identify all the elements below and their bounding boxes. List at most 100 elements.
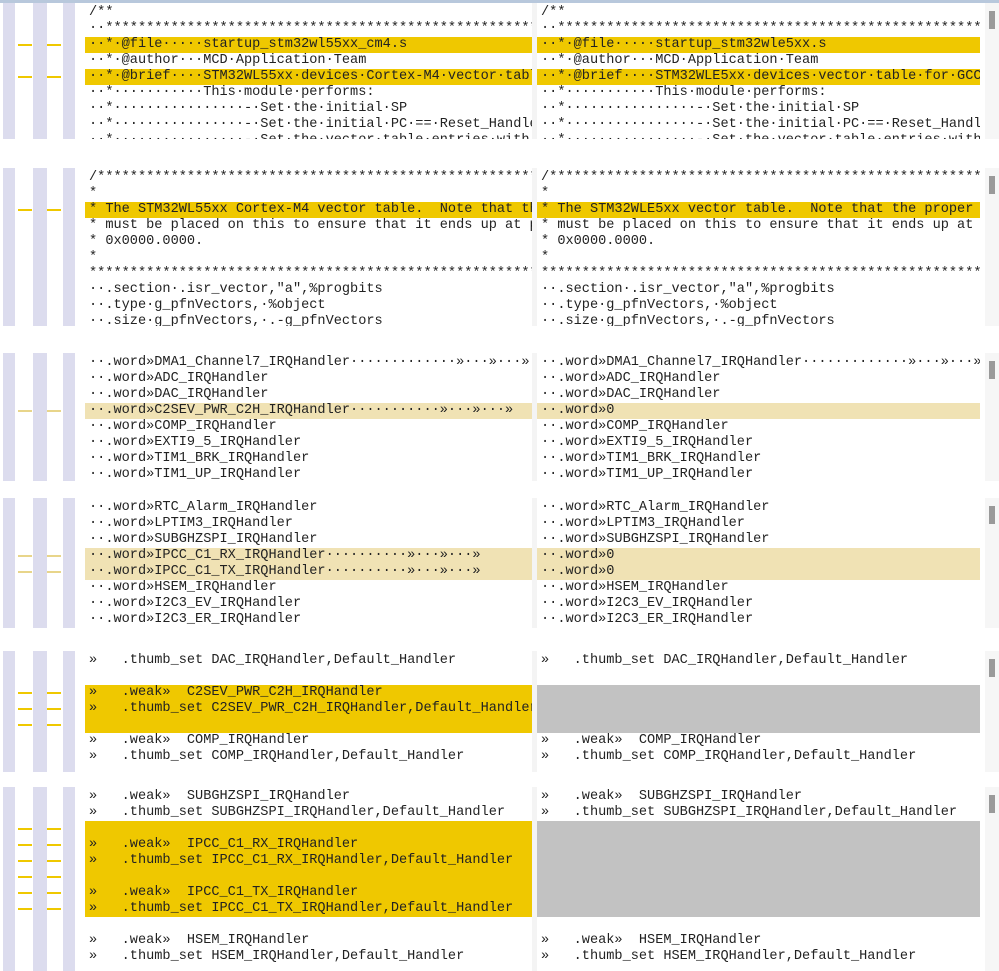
vertical-scrollbar[interactable] xyxy=(985,353,999,481)
code-line: » .weak» HSEM_IRQHandler xyxy=(89,933,310,948)
left-file-pane[interactable]: » .thumb_set DAC_IRQHandler,Default_Hand… xyxy=(85,651,532,772)
vertical-scrollbar[interactable] xyxy=(985,651,999,772)
left-file-pane[interactable]: » .weak» SUBGHZSPI_IRQHandler » .thumb_se… xyxy=(85,787,532,971)
code-line: ··.word»DMA1_Channel7_IRQHandler········… xyxy=(541,355,980,370)
code-line: /***************************************… xyxy=(89,170,532,185)
pane-splitter[interactable] xyxy=(532,651,537,772)
code-line xyxy=(537,821,980,837)
gutter-diff-marker xyxy=(47,571,61,573)
gutter-strip xyxy=(3,168,15,326)
code-line: * The STM32WL55xx Cortex-M4 vector table… xyxy=(85,202,532,218)
scrollbar-thumb[interactable] xyxy=(989,795,995,813)
gutter-strip xyxy=(3,787,15,971)
gutter-diff-marker xyxy=(47,876,61,878)
code-line: ··.size·g_pfnVectors,·.-g_pfnVectors xyxy=(541,314,835,326)
gutter-diff-marker xyxy=(18,828,32,830)
code-line: ··.word»I2C3_ER_IRQHandler xyxy=(89,612,302,627)
code-line: ··.word»DAC_IRQHandler xyxy=(89,387,269,402)
gutter-strip xyxy=(63,353,75,481)
vertical-scrollbar[interactable] xyxy=(985,3,999,139)
left-file-pane[interactable]: ··.word»RTC_Alarm_IRQHandler ··.word»LPTI… xyxy=(85,498,532,628)
right-file-pane[interactable]: ··.word»RTC_Alarm_IRQHandler ··.word»LPTI… xyxy=(537,498,980,628)
vertical-scrollbar[interactable] xyxy=(985,168,999,326)
vertical-scrollbar[interactable] xyxy=(985,787,999,971)
diff-overview-gutter[interactable] xyxy=(0,651,85,772)
gutter-diff-marker xyxy=(18,76,32,78)
code-line: » .thumb_set SUBGHZSPI_IRQHandler,Defaul… xyxy=(541,805,958,820)
scrollbar-thumb[interactable] xyxy=(989,361,995,379)
code-line: ··*···········This·module·performs: xyxy=(89,85,375,100)
vertical-scrollbar[interactable] xyxy=(985,498,999,628)
gutter-diff-marker xyxy=(47,692,61,694)
code-line: /***************************************… xyxy=(541,170,980,185)
pane-splitter[interactable] xyxy=(532,787,537,971)
gutter-strip xyxy=(33,787,47,971)
code-line: * xyxy=(541,250,550,265)
code-line: ··*················-·Set·the·initial·PC·… xyxy=(89,117,532,132)
gutter-strip xyxy=(63,787,75,971)
left-file-pane[interactable]: /***************************************… xyxy=(85,168,532,326)
code-line: ··.word»C2SEV_PWR_C2H_IRQHandler········… xyxy=(85,403,532,419)
code-line: /** xyxy=(89,5,114,20)
code-line: ··.word»IPCC_C1_TX_IRQHandler··········»… xyxy=(85,564,532,580)
diff-overview-gutter[interactable] xyxy=(0,3,85,139)
right-file-pane[interactable]: » .thumb_set DAC_IRQHandler,Default_Hand… xyxy=(537,651,980,772)
right-file-pane[interactable]: ··.word»DMA1_Channel7_IRQHandler········… xyxy=(537,353,980,481)
gutter-diff-marker xyxy=(18,860,32,862)
left-file-pane[interactable]: /** ··***********************************… xyxy=(85,3,532,139)
gutter-diff-marker xyxy=(47,724,61,726)
code-line: ··*················-·Set·the·vector·tabl… xyxy=(537,133,980,139)
code-line: » .weak» IPCC_C1_TX_IRQHandler xyxy=(85,885,532,901)
left-file-pane[interactable]: ··.word»DMA1_Channel7_IRQHandler········… xyxy=(85,353,532,481)
gutter-strip xyxy=(33,498,47,628)
code-line: ··.word»SUBGHZSPI_IRQHandler xyxy=(541,532,770,547)
pane-splitter[interactable] xyxy=(532,168,537,326)
pane-splitter[interactable] xyxy=(532,498,537,628)
code-line: ··.word»RTC_Alarm_IRQHandler xyxy=(89,500,318,515)
gutter-strip xyxy=(33,3,47,139)
gutter-diff-marker xyxy=(18,876,32,878)
pane-splitter[interactable] xyxy=(532,3,537,139)
code-line: ··.word»COMP_IRQHandler xyxy=(89,419,277,434)
pane-splitter[interactable] xyxy=(532,353,537,481)
gutter-strip xyxy=(63,3,75,139)
right-file-pane[interactable]: » .weak» SUBGHZSPI_IRQHandler» .thumb_se… xyxy=(537,787,980,971)
code-line: » .thumb_set IPCC_C1_TX_IRQHandler,Defau… xyxy=(85,901,532,917)
code-line: ··.size·g_pfnVectors,·.-g_pfnVectors xyxy=(89,314,383,326)
code-line: * xyxy=(89,186,98,201)
diff-overview-gutter[interactable] xyxy=(0,787,85,971)
code-line xyxy=(537,853,980,869)
right-file-pane[interactable]: /** ··***********************************… xyxy=(537,3,980,139)
code-line: ··.word»ADC_IRQHandler xyxy=(541,371,721,386)
scrollbar-thumb[interactable] xyxy=(989,176,995,194)
code-line: ··.word»EXTI9_5_IRQHandler xyxy=(89,435,302,450)
gutter-strip xyxy=(33,353,47,481)
code-line: » .thumb_set HSEM_IRQHandler,Default_Han… xyxy=(89,949,465,964)
code-line: ··.word»DAC_IRQHandler xyxy=(541,387,721,402)
code-line: ··.word»0 xyxy=(537,548,980,564)
code-line: ··.word»TIM1_UP_IRQHandler xyxy=(541,467,754,481)
gutter-strip xyxy=(33,651,47,772)
diff-snippet-weak-defs-2: » .weak» SUBGHZSPI_IRQHandler» .thumb_se… xyxy=(0,787,999,971)
code-line: » .weak» SUBGHZSPI_IRQHandler xyxy=(541,789,803,804)
gutter-strip xyxy=(33,168,47,326)
scrollbar-thumb[interactable] xyxy=(989,11,995,29)
gutter-diff-marker xyxy=(47,708,61,710)
scrollbar-thumb[interactable] xyxy=(989,506,995,524)
code-line: » .weak» SUBGHZSPI_IRQHandler xyxy=(89,789,351,804)
code-line: ··.word»TIM1_UP_IRQHandler xyxy=(89,467,302,481)
diff-overview-gutter[interactable] xyxy=(0,168,85,326)
right-file-pane[interactable]: /***************************************… xyxy=(537,168,980,326)
gutter-diff-marker xyxy=(18,708,32,710)
code-line: ****************************************… xyxy=(89,266,532,281)
code-line: ··.word»ADC_IRQHandler xyxy=(89,371,269,386)
scrollbar-thumb[interactable] xyxy=(989,659,995,677)
gutter-diff-marker xyxy=(47,76,61,78)
code-line: ··.word»TIM1_BRK_IRQHandler xyxy=(89,451,310,466)
diff-overview-gutter[interactable] xyxy=(0,498,85,628)
code-line: ··.word»RTC_Alarm_IRQHandler xyxy=(541,500,770,515)
code-line: ··.section·.isr_vector,"a",%progbits xyxy=(541,282,835,297)
diff-overview-gutter[interactable] xyxy=(0,353,85,481)
